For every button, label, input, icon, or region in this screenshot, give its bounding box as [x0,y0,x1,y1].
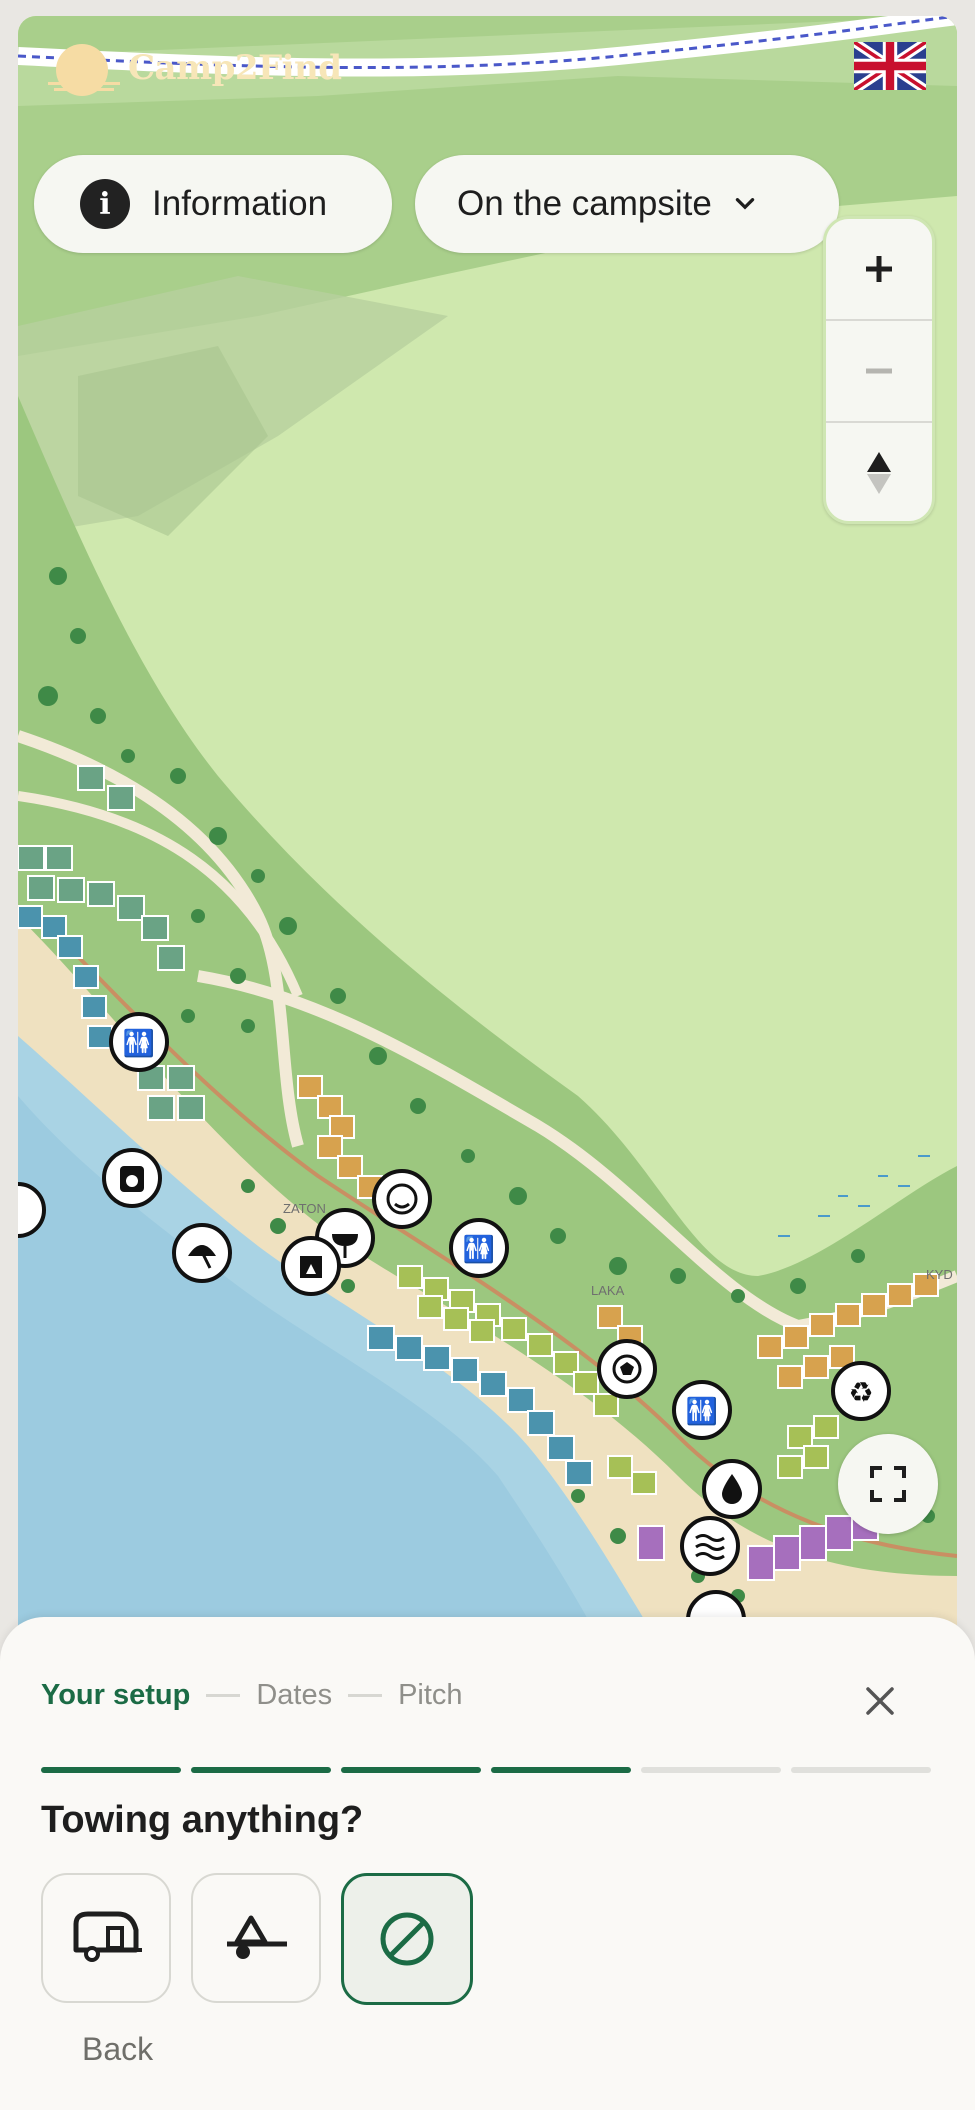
progress-bar [41,1767,931,1773]
water-icon[interactable] [702,1459,762,1519]
map-label-kyd: KYD [926,1267,953,1282]
area-dropdown-label: On the campsite [457,184,712,223]
brand-name: Camp2Find [128,48,342,88]
compass-icon [867,452,891,494]
booking-steps: Your setup Dates Pitch [41,1679,463,1712]
compass-button[interactable] [826,423,932,523]
zoom-in-button[interactable] [826,219,932,321]
sports-icon[interactable] [597,1339,657,1399]
chevron-down-icon [735,198,755,210]
toilets-icon[interactable]: 🚻 [449,1218,509,1278]
no-towing-option[interactable] [341,1873,473,2005]
information-label: Information [152,184,328,223]
map-label-laka: LAKA [591,1283,625,1298]
info-icon: i [80,179,130,229]
zoom-out-button[interactable] [826,321,932,423]
plus-icon [866,256,892,282]
recycling-icon[interactable]: ♻ [831,1361,891,1421]
progress-segment [791,1767,931,1773]
caravan-icon [73,1911,142,1962]
svg-text:♻: ♻ [848,1377,873,1408]
campsite-map[interactable]: ZATON LAKA KYD 🚻 🚻 🚻 ♻ [18,16,957,1676]
step-divider [348,1694,383,1697]
fullscreen-icon [870,1466,906,1502]
laundry-icon[interactable] [102,1148,162,1208]
map-frame: ZATON LAKA KYD 🚻 🚻 🚻 ♻ Camp2Find i Infor… [18,16,957,1676]
kids-club-icon[interactable] [372,1169,432,1229]
step-pitch[interactable]: Pitch [398,1679,462,1712]
caravan-option[interactable] [41,1873,171,2003]
restaurant-icon[interactable] [281,1236,341,1296]
booking-sheet: Your setup Dates Pitch Towing anything? [0,1617,975,2110]
toilets-icon[interactable]: 🚻 [109,1012,169,1072]
progress-segment [641,1767,781,1773]
step-your-setup[interactable]: Your setup [41,1679,190,1712]
step-dates[interactable]: Dates [256,1679,332,1712]
toilets-icon[interactable]: 🚻 [672,1380,732,1440]
area-dropdown[interactable]: On the campsite [415,155,839,253]
progress-segment [491,1767,631,1773]
none-icon [380,1912,434,1966]
beach-umbrella-icon[interactable] [172,1223,232,1283]
pool-icon[interactable] [680,1516,740,1576]
back-button[interactable]: Back [82,2031,153,2068]
minus-icon [866,368,892,374]
uk-flag-icon[interactable] [854,42,926,90]
brand-logo: Camp2Find [48,36,342,100]
map-label-zaton: ZATON [283,1201,326,1216]
question-title: Towing anything? [41,1799,364,1841]
information-button[interactable]: i Information [34,155,392,253]
trailer-icon [227,1915,287,1959]
fullscreen-button[interactable] [838,1434,938,1534]
svg-text:🚻: 🚻 [123,1028,155,1058]
progress-segment [41,1767,181,1773]
step-divider [206,1694,241,1697]
progress-segment [341,1767,481,1773]
progress-segment [191,1767,331,1773]
close-icon[interactable] [856,1677,904,1725]
svg-text:🚻: 🚻 [686,1396,718,1426]
trailer-option[interactable] [191,1873,321,2003]
svg-text:🚻: 🚻 [463,1234,495,1264]
map-zoom-controls [823,216,935,524]
sun-logo-icon [48,44,120,96]
